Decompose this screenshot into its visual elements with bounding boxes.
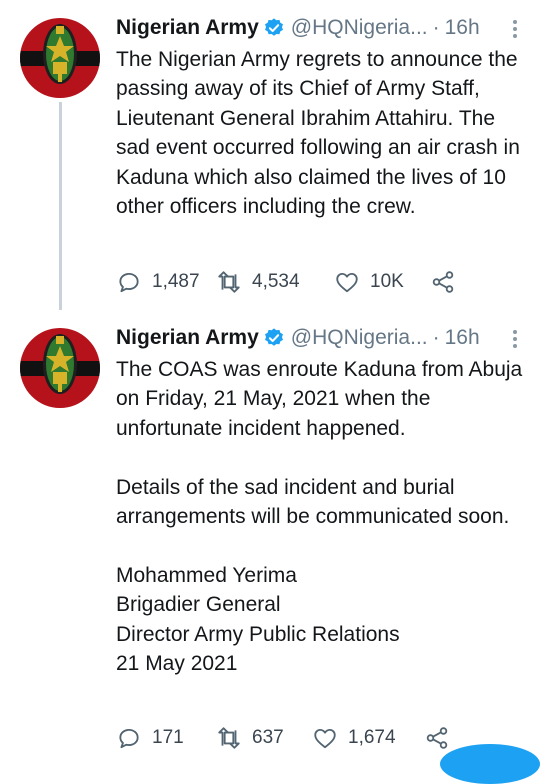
retweet-count: 4,534 <box>252 271 300 292</box>
timestamp[interactable]: 16h <box>445 322 480 354</box>
signature-date: 21 May 2021 <box>116 652 238 676</box>
tweet-paragraph: The COAS was enroute Kaduna from Abuja o… <box>116 358 523 440</box>
verified-badge-icon <box>263 17 285 39</box>
more-vertical-icon[interactable] <box>510 20 520 38</box>
tweet-2[interactable]: Nigerian Army @HQNigeria... · 16h The CO… <box>0 310 540 764</box>
tweet-header: Nigerian Army @HQNigeria... · 16h <box>116 322 522 354</box>
signature-rank: Brigadier General <box>116 593 281 617</box>
reply-icon <box>119 728 139 749</box>
share-button[interactable] <box>430 269 466 295</box>
reply-count: 171 <box>152 727 184 748</box>
tweet-actions: 171 637 1,674 <box>116 722 460 754</box>
reply-count: 1,487 <box>152 271 200 292</box>
tweet-paragraph: The Nigerian Army regrets to announce th… <box>116 48 520 219</box>
tweet-paragraph: Details of the sad incident and burial a… <box>116 475 510 529</box>
signature-name: Mohammed Yerima <box>116 563 297 587</box>
verified-badge-icon <box>263 327 285 349</box>
retweet-icon <box>218 271 240 293</box>
share-icon <box>426 727 448 749</box>
tweet-header: Nigerian Army @HQNigeria... · 16h <box>116 12 522 44</box>
retweet-icon <box>218 727 240 749</box>
nigerian-army-crest <box>20 328 100 408</box>
author-handle[interactable]: @HQNigeria... <box>291 322 428 354</box>
like-button[interactable]: 1,674 <box>312 725 424 751</box>
retweet-button[interactable]: 4,534 <box>216 269 334 295</box>
tweet-1[interactable]: Nigerian Army @HQNigeria... · 16h The Ni… <box>0 0 540 310</box>
tweet-text: The Nigerian Army regrets to announce th… <box>116 45 526 221</box>
reply-button[interactable]: 1,487 <box>116 269 202 295</box>
heart-icon <box>314 728 336 749</box>
nigerian-army-crest <box>20 18 100 98</box>
author-name[interactable]: Nigerian Army <box>116 12 259 44</box>
timestamp[interactable]: 16h <box>445 12 480 44</box>
avatar[interactable] <box>20 18 100 98</box>
separator-dot: · <box>432 326 440 349</box>
reply-button[interactable]: 171 <box>116 725 202 751</box>
share-button[interactable] <box>424 725 460 751</box>
author-name[interactable]: Nigerian Army <box>116 322 259 354</box>
retweet-count: 637 <box>252 727 284 748</box>
thread-connector-line <box>59 102 62 310</box>
like-count: 10K <box>370 271 404 292</box>
author-handle[interactable]: @HQNigeria... <box>291 12 428 44</box>
tweet-text: The COAS was enroute Kaduna from Abuja o… <box>116 355 526 678</box>
like-button[interactable]: 10K <box>334 269 430 295</box>
compose-tweet-button[interactable] <box>440 744 540 784</box>
share-icon <box>432 271 454 293</box>
retweet-button[interactable]: 637 <box>216 725 312 751</box>
avatar[interactable] <box>20 328 100 408</box>
like-count: 1,674 <box>348 727 396 748</box>
signature-title: Director Army Public Relations <box>116 622 400 646</box>
tweet-actions: 1,487 4,534 10K <box>116 266 466 298</box>
separator-dot: · <box>432 16 440 39</box>
more-vertical-icon[interactable] <box>510 330 520 348</box>
heart-icon <box>336 272 358 293</box>
reply-icon <box>119 272 139 293</box>
